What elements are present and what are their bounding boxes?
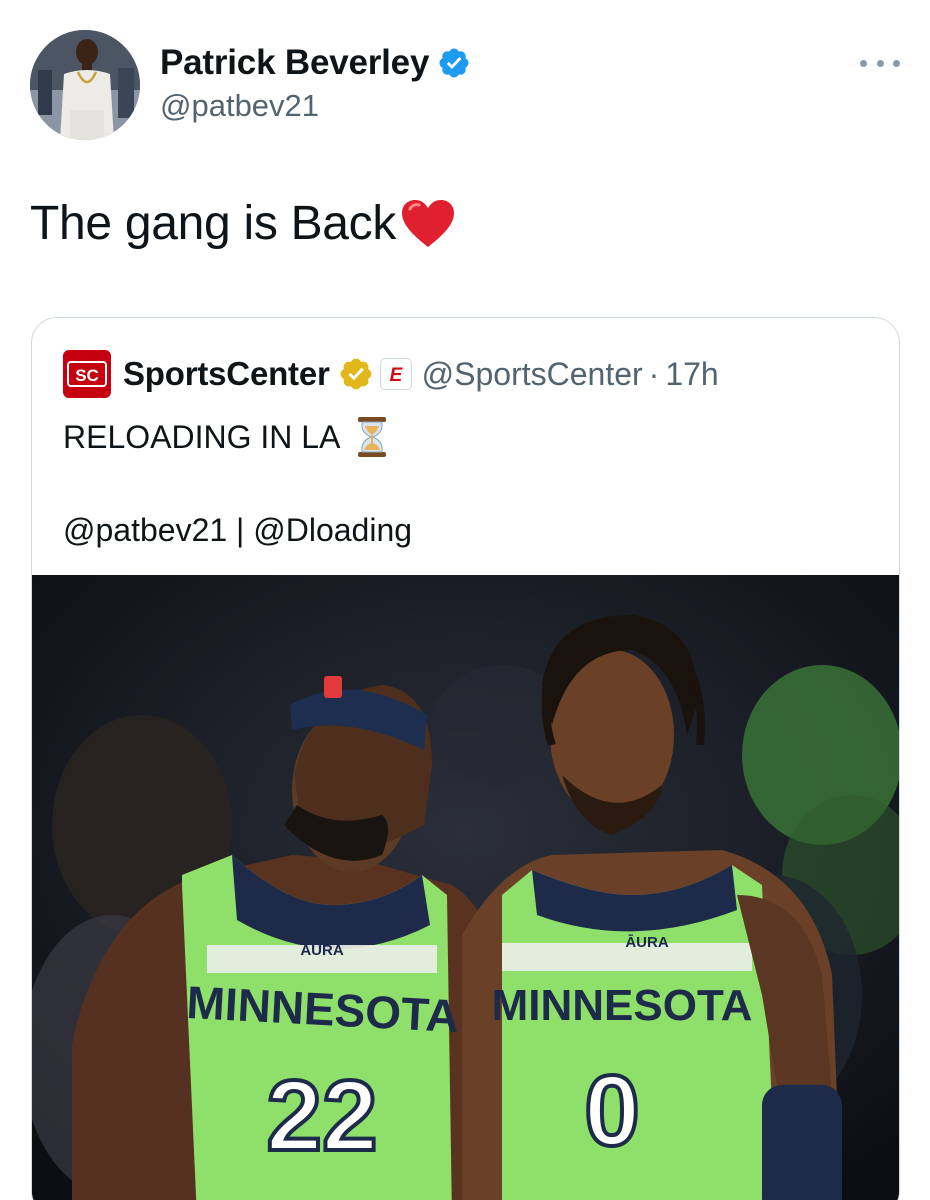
quoted-tweet-mentions[interactable]: @patbev21 | @Dloading	[63, 512, 412, 549]
quoted-author-handle[interactable]: @SportsCenter	[422, 356, 643, 393]
right-jersey-number: 0	[584, 1055, 640, 1167]
quoted-tweet-line1-text: RELOADING IN LA	[63, 418, 341, 455]
more-dots-icon[interactable]	[860, 56, 900, 70]
sportscenter-logo[interactable]: SC	[63, 350, 111, 398]
red-heart-icon	[402, 199, 455, 247]
left-jersey-number: 22	[266, 1060, 377, 1172]
quoted-tweet-line1: RELOADING IN LA	[63, 415, 390, 459]
espn-mark-text: E	[389, 365, 403, 385]
tweet-text-content: The gang is Back	[30, 197, 397, 250]
right-jersey-sponsor: ĀURA	[625, 934, 668, 951]
author-handle[interactable]: @patbev21	[160, 88, 319, 124]
dot	[893, 59, 900, 67]
quoted-tweet-time[interactable]: 17h	[665, 356, 718, 393]
dot	[876, 59, 884, 67]
left-jersey-sponsor: ĀURA	[300, 942, 343, 959]
sportscenter-logo-text: SC	[75, 366, 99, 385]
tweet-text: The gang is Back	[30, 196, 456, 251]
quoted-tweet-header: SC SportsCenter E @SportsCenter · 17h	[63, 350, 719, 398]
verified-badge-icon	[439, 48, 469, 78]
gold-check-icon	[340, 358, 372, 390]
author-avatar[interactable]	[30, 30, 140, 140]
dot	[860, 59, 867, 67]
author-name[interactable]: Patrick Beverley	[160, 43, 429, 83]
quoted-tweet-card[interactable]: SC SportsCenter E @SportsCenter · 17h RE…	[31, 317, 900, 1200]
separator-dot: ·	[648, 355, 660, 392]
right-jersey-team: MINNESOTA	[492, 981, 753, 1030]
quoted-author-name[interactable]: SportsCenter	[123, 355, 330, 393]
hourglass-icon	[358, 417, 387, 457]
tweet-media-image[interactable]: ĀURA MINNESOTA 22 ĀURA MINNESOTA 0	[32, 575, 899, 1200]
espn-affiliate-badge[interactable]: E	[379, 358, 412, 390]
